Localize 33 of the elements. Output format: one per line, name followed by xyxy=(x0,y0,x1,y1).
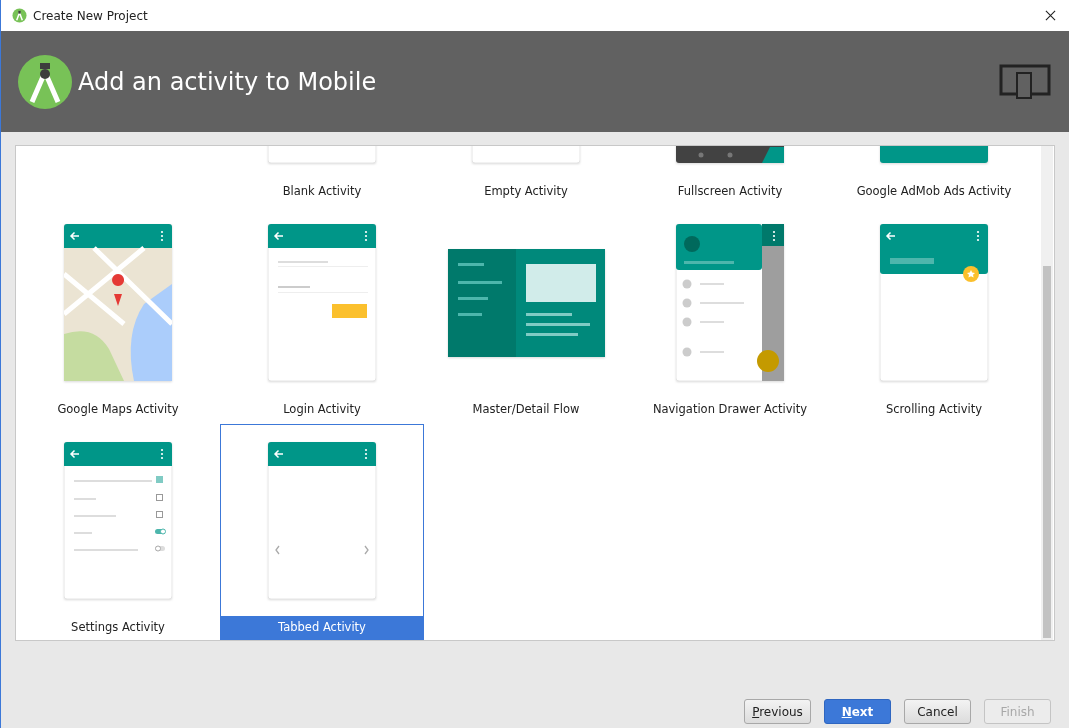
dialog-button[interactable]: Previous xyxy=(744,699,811,724)
activity-label: Settings Activity xyxy=(70,619,166,636)
dialog-button[interactable]: Cancel xyxy=(904,699,971,724)
close-icon[interactable] xyxy=(1045,10,1056,21)
activity-tile[interactable]: Scrolling Activity xyxy=(832,206,1036,424)
app-logo-icon xyxy=(18,54,72,109)
activity-tile[interactable]: Login Activity xyxy=(220,206,424,424)
activity-label: Tabbed Activity xyxy=(221,616,423,640)
activity-tile[interactable]: Empty Activity xyxy=(424,146,628,206)
activity-tile[interactable]: Settings Activity xyxy=(16,424,220,640)
dialog-button[interactable]: Next xyxy=(824,699,891,724)
window-title: Create New Project xyxy=(33,8,149,23)
activity-tile[interactable]: Master/Detail Flow xyxy=(424,206,628,424)
app-logo-icon xyxy=(12,8,27,23)
scrollbar[interactable] xyxy=(1041,146,1053,640)
activity-label: Google Maps Activity xyxy=(56,401,180,418)
activity-label: Google AdMob Ads Activity xyxy=(855,183,1013,200)
activity-tile[interactable]: Google Maps Activity xyxy=(16,206,220,424)
activity-label: Master/Detail Flow xyxy=(471,401,581,418)
activity-tile[interactable]: Tabbed Activity xyxy=(220,424,424,640)
activity-tile[interactable]: Fullscreen Activity xyxy=(628,146,832,206)
page-title: Add an activity to Mobile xyxy=(78,67,378,96)
activity-tile[interactable]: Google AdMob Ads Activity xyxy=(832,146,1036,206)
activity-label: Navigation Drawer Activity xyxy=(651,401,809,418)
activity-label: Scrolling Activity xyxy=(885,401,983,418)
activity-label: Fullscreen Activity xyxy=(676,183,784,200)
activity-label: Blank Activity xyxy=(281,183,363,200)
activity-label: Login Activity xyxy=(282,401,362,418)
activity-label: Empty Activity xyxy=(483,183,569,200)
activity-tile[interactable]: Navigation Drawer Activity xyxy=(628,206,832,424)
scrollbar-thumb[interactable] xyxy=(1043,266,1051,638)
activity-tile[interactable]: Blank Activity xyxy=(220,146,424,206)
device-icon xyxy=(999,63,1051,100)
